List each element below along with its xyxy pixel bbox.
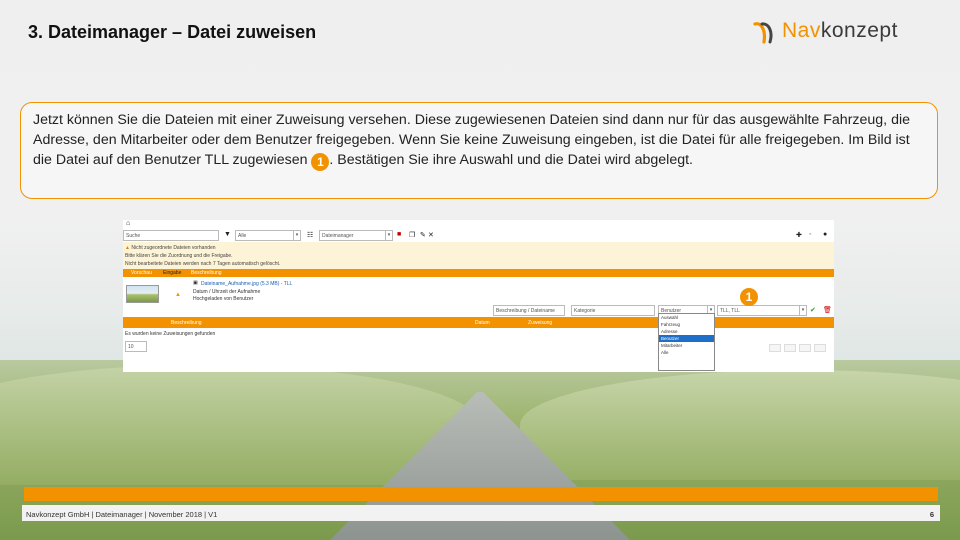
file-thumbnail bbox=[126, 285, 159, 303]
assignment-table-header: Beschreibung Datum Zuweisung bbox=[123, 317, 834, 328]
page-number: 6 bbox=[929, 510, 934, 519]
chevron-down-icon: ▾ bbox=[293, 231, 300, 240]
tab-preview[interactable]: Vorschau bbox=[131, 270, 152, 276]
filter-select[interactable]: Alle ▾ bbox=[235, 230, 301, 241]
tab-description[interactable]: Beschreibung bbox=[191, 270, 222, 276]
dropdown-option[interactable]: Mitarbeiter bbox=[659, 342, 714, 349]
page-size-select[interactable]: 10 bbox=[125, 341, 147, 352]
column-description[interactable]: Beschreibung bbox=[171, 320, 202, 326]
category-field[interactable]: Kategorie bbox=[571, 305, 655, 316]
copy-icon[interactable]: ❐ bbox=[409, 231, 415, 239]
edit-icon[interactable]: ✎ bbox=[420, 231, 426, 239]
warning-icon: ▲ bbox=[175, 292, 181, 298]
logo-wordmark: Navkonzept bbox=[782, 19, 898, 42]
save-icon[interactable]: ■ bbox=[397, 231, 401, 238]
tab-bar: Vorschau Eingabe Beschreibung bbox=[123, 269, 834, 277]
sitemap-icon[interactable]: ☷ bbox=[307, 231, 313, 239]
navkonzept-logo: Navkonzept bbox=[752, 18, 942, 48]
embedded-screenshot: ⌂ Suche ▼ Alle ▾ ☷ Dateimanager ▾ ■ ❐ ✎ … bbox=[123, 220, 834, 372]
dropdown-option[interactable]: Adresse bbox=[659, 328, 714, 335]
dropdown-option[interactable]: Auswahl bbox=[659, 314, 714, 321]
dropdown-option[interactable]: Alle bbox=[659, 349, 714, 356]
assignment-type-dropdown[interactable]: Auswahl Fahrzeug Adresse Benutzer Mitarb… bbox=[658, 313, 715, 371]
step-badge-screenshot: 1 bbox=[740, 288, 758, 306]
home-icon[interactable]: ⌂ bbox=[126, 220, 130, 227]
warning-banner: ▲ Nicht zugeordnete Dateien vorhanden Bi… bbox=[123, 242, 834, 269]
footer-accent-bar bbox=[24, 487, 938, 501]
footer-text: Navkonzept GmbH | Dateimanager | Novembe… bbox=[26, 510, 218, 519]
category-select[interactable]: Dateimanager ▾ bbox=[319, 230, 393, 241]
pager-prev-button[interactable] bbox=[784, 344, 796, 352]
search-input[interactable]: Suche bbox=[123, 230, 219, 241]
file-uploader: Hochgeladen von Benutzer bbox=[193, 296, 254, 302]
column-date[interactable]: Datum bbox=[475, 320, 490, 326]
add-icon[interactable]: ✚ bbox=[796, 231, 802, 239]
callout-text-part2: . Bestätigen Sie ihre Auswahl und die Da… bbox=[329, 152, 694, 168]
slide-footer: Navkonzept GmbH | Dateimanager | Novembe… bbox=[22, 505, 940, 521]
help-icon[interactable]: ● bbox=[823, 231, 827, 238]
pager-first-button[interactable] bbox=[769, 344, 781, 352]
file-date: Datum / Uhrzeit der Aufnahme bbox=[193, 289, 261, 295]
slide-title: 3. Dateimanager – Datei zuweisen bbox=[28, 22, 317, 42]
chevron-down-icon: ▾ bbox=[385, 231, 392, 240]
pager-last-button[interactable] bbox=[814, 344, 826, 352]
pager-next-button[interactable] bbox=[799, 344, 811, 352]
user-select[interactable]: TLL, TLL ▾ bbox=[717, 305, 807, 316]
empty-table-message: Es wurden keine Zuweisungen gefunden bbox=[125, 331, 216, 337]
logo-swoosh-icon bbox=[753, 22, 773, 44]
close-icon[interactable]: ✕ bbox=[428, 231, 434, 239]
tab-input[interactable]: Eingabe bbox=[163, 270, 181, 276]
file-name-link[interactable]: Dateiname_Aufnahme.jpg (5.3 MB) - TLL bbox=[201, 281, 292, 287]
dropdown-option-selected[interactable]: Benutzer bbox=[659, 335, 714, 342]
delete-icon[interactable]: 🗑 bbox=[823, 306, 832, 314]
description-field[interactable]: Beschreibung / Dateiname bbox=[493, 305, 565, 316]
step-badge: 1 bbox=[311, 153, 330, 171]
confirm-check-icon[interactable]: ✔ bbox=[810, 306, 816, 314]
file-icon: ▣ bbox=[193, 280, 198, 286]
chevron-down-icon: ▾ bbox=[799, 306, 806, 315]
column-assignment[interactable]: Zuweisung bbox=[528, 320, 552, 326]
chart-icon[interactable]: ▪ bbox=[809, 231, 811, 238]
filter-icon[interactable]: ▼ bbox=[224, 231, 231, 238]
dropdown-option[interactable]: Fahrzeug bbox=[659, 321, 714, 328]
instruction-callout: Jetzt können Sie die Dateien mit einer Z… bbox=[20, 102, 938, 199]
